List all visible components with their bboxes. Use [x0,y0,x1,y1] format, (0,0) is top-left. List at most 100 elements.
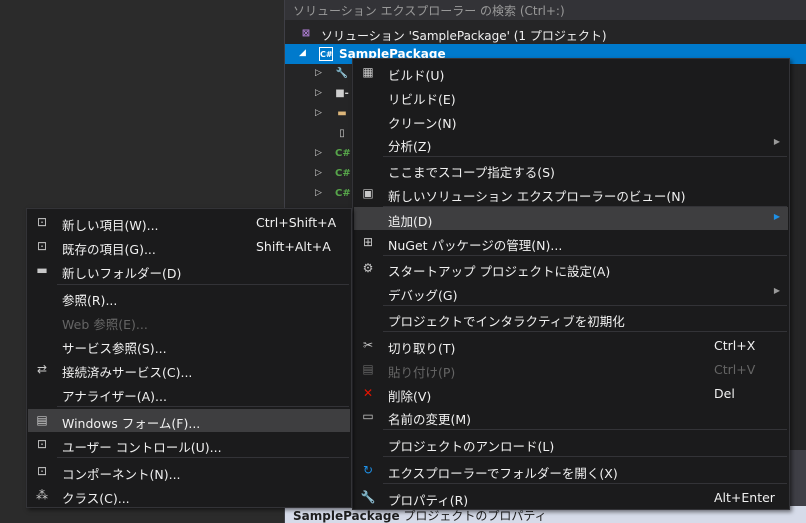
existing-item-icon: ⊡ [36,239,48,253]
submenu-item-existing-item[interactable]: ⊡ 既存の項目(G)... Shift+Alt+A [28,235,350,258]
menu-item-label: 名前の変更(M) [388,412,472,427]
menu-item-label: プロジェクトのアンロード(L) [388,439,555,454]
submenu-item-web-reference[interactable]: Web 参照(E)... [28,310,350,333]
submenu-item-class[interactable]: ⁂ クラス(C)... [28,484,350,507]
expand-arrow-icon[interactable]: ▷ [315,108,322,118]
menu-item-properties[interactable]: 🔧 プロパティ(R) Alt+Enter [354,486,788,509]
menu-item-label: スタートアップ プロジェクトに設定(A) [388,264,611,279]
menu-item-label: ビルド(U) [388,68,445,83]
menu-separator [383,429,787,430]
menu-item-label: Windows フォーム(F)... [62,416,201,431]
submenu-arrow-icon: ▶ [773,137,780,146]
submenu-arrow-icon: ▶ [773,286,780,295]
references-icon: ■- [335,88,349,99]
submenu-item-new-folder[interactable]: ▬ 新しいフォルダー(D) [28,259,350,282]
menu-item-label: 既存の項目(G)... [62,242,156,257]
menu-separator [383,156,787,157]
refresh-arrow-icon: ↻ [362,463,374,477]
nuget-icon: ⊞ [362,235,374,249]
expand-arrow-icon[interactable]: ▷ [315,88,322,98]
menu-item-nuget[interactable]: ⊞ NuGet パッケージの管理(N)... [354,231,788,254]
submenu-item-new-item[interactable]: ⊡ 新しい項目(W)... Ctrl+Shift+A [28,211,350,234]
menu-item-label: 削除(V) [388,389,432,404]
menu-item-shortcut: Ctrl+X [714,338,756,353]
wrench-icon: 🔧 [360,490,376,504]
user-control-icon: ⊡ [36,437,48,451]
connected-service-icon: ⇄ [36,362,48,376]
csharp-file-icon: C# [335,148,351,159]
menu-item-analyze[interactable]: 分析(Z) ▶ [354,132,788,155]
menu-item-label: リビルド(E) [388,92,456,107]
menu-item-label: 新しいソリューション エクスプローラーのビュー(N) [388,189,686,204]
right-side-strip [790,450,806,506]
expand-arrow-icon[interactable]: ▷ [315,68,322,78]
menu-item-clean[interactable]: クリーン(N) [354,109,788,132]
new-item-icon: ⊡ [36,215,48,229]
menu-item-label: 新しい項目(W)... [62,218,159,233]
menu-item-shortcut: Ctrl+Shift+A [256,215,337,230]
project-context-menu: ▦ ビルド(U) リビルド(E) クリーン(N) 分析(Z) ▶ ここまでスコー… [352,58,790,510]
menu-separator [57,406,349,407]
menu-item-label: プロパティ(R) [388,493,469,508]
windows-form-icon: ▤ [36,413,48,427]
menu-item-startup[interactable]: ⚙ スタートアップ プロジェクトに設定(A) [354,257,788,280]
menu-item-delete[interactable]: ✕ 削除(V) Del [354,382,788,405]
wrench-icon: 🔧 [335,68,349,79]
menu-item-paste[interactable]: ▤ 貼り付け(P) Ctrl+V [354,358,788,381]
submenu-item-component[interactable]: ⊡ コンポーネント(N)... [28,460,350,483]
menu-item-scope[interactable]: ここまでスコープ指定する(S) [354,158,788,181]
menu-item-shortcut: Ctrl+V [714,362,756,377]
menu-item-shortcut: Shift+Alt+A [256,239,331,254]
menu-item-shortcut: Alt+Enter [714,490,775,505]
menu-item-label: サービス参照(S)... [62,341,167,356]
gear-icon: ⚙ [362,261,374,275]
submenu-item-windows-form[interactable]: ▤ Windows フォーム(F)... [28,409,350,432]
menu-item-label: 貼り付け(P) [388,365,456,380]
submenu-item-connected-service[interactable]: ⇄ 接続済みサービス(C)... [28,358,350,381]
csharp-project-icon: C# [319,47,333,61]
component-icon: ⊡ [36,464,48,478]
menu-item-shortcut: Del [714,386,735,401]
menu-item-rename[interactable]: ▭ 名前の変更(M) [354,405,788,428]
csharp-file-icon: C# [335,188,351,199]
folder-icon: ▬ [337,108,347,119]
submenu-item-reference[interactable]: 参照(R)... [28,286,350,309]
add-submenu: ⊡ 新しい項目(W)... Ctrl+Shift+A ⊡ 既存の項目(G)...… [26,208,352,508]
menu-item-label: 追加(D) [388,214,433,229]
menu-item-label: デバッグ(G) [388,288,458,303]
tree-row-solution[interactable]: ⊠ ソリューション 'SamplePackage' (1 プロジェクト) [285,24,806,44]
menu-item-debug[interactable]: デバッグ(G) ▶ [354,281,788,304]
status-project-name: SamplePackage [293,509,400,523]
menu-item-build[interactable]: ▦ ビルド(U) [354,61,788,84]
menu-item-label: 切り取り(T) [388,341,456,356]
submenu-item-analyzer[interactable]: アナライザー(A)... [28,382,350,405]
menu-item-label: コンポーネント(N)... [62,467,181,482]
expand-arrow-icon[interactable]: ▷ [315,168,322,178]
menu-item-add[interactable]: 追加(D) ▶ [354,207,788,230]
menu-item-new-view[interactable]: ▣ 新しいソリューション エクスプローラーのビュー(N) [354,182,788,205]
menu-item-interactive[interactable]: プロジェクトでインタラクティブを初期化 [354,307,788,330]
menu-item-unload[interactable]: プロジェクトのアンロード(L) [354,432,788,455]
menu-separator [383,456,787,457]
build-icon: ▦ [362,65,374,79]
expand-arrow-icon[interactable]: ▷ [315,148,322,158]
submenu-item-service-reference[interactable]: サービス参照(S)... [28,334,350,357]
menu-item-rebuild[interactable]: リビルド(E) [354,85,788,108]
submenu-arrow-icon: ▶ [773,212,780,221]
menu-item-label: ここまでスコープ指定する(S) [388,165,555,180]
menu-item-label: 参照(R)... [62,293,118,308]
menu-item-cut[interactable]: ✂ 切り取り(T) Ctrl+X [354,334,788,357]
submenu-item-user-control[interactable]: ⊡ ユーザー コントロール(U)... [28,433,350,456]
menu-item-label: クラス(C)... [62,491,130,506]
delete-x-icon: ✕ [362,386,374,400]
menu-separator [57,457,349,458]
menu-item-open-folder[interactable]: ↻ エクスプローラーでフォルダーを開く(X) [354,459,788,482]
solution-explorer-search-input[interactable]: ソリューション エクスプローラー の検索 (Ctrl+:) [285,0,806,20]
menu-separator [383,483,787,484]
collapse-arrow-icon[interactable]: ◢ [299,48,306,58]
rename-icon: ▭ [362,409,374,423]
new-folder-icon: ▬ [36,263,48,277]
menu-item-label: 新しいフォルダー(D) [62,266,182,281]
expand-arrow-icon[interactable]: ▷ [315,188,322,198]
menu-item-label: プロジェクトでインタラクティブを初期化 [388,314,625,329]
